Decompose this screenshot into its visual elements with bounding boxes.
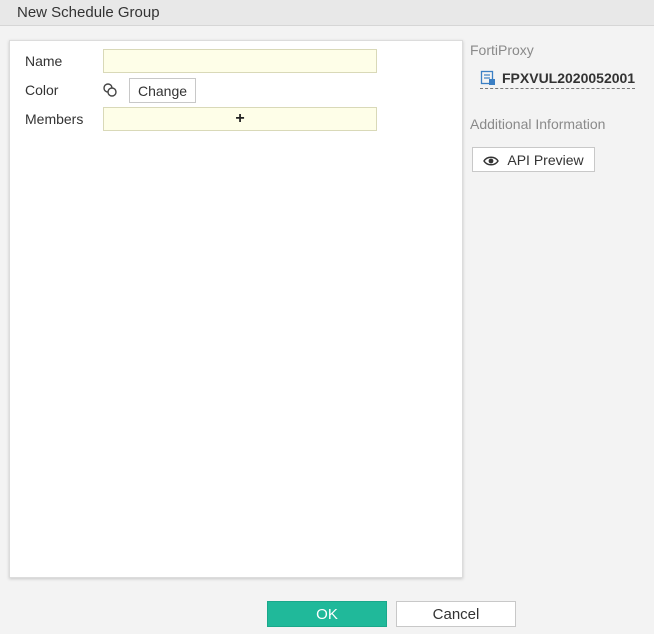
form-panel: Name Color Change Members +: [9, 40, 463, 578]
color-label: Color: [25, 82, 59, 98]
device-link[interactable]: FPXVUL2020052001: [480, 70, 636, 89]
change-color-button[interactable]: Change: [129, 78, 196, 103]
device-heading: FortiProxy: [470, 42, 534, 58]
dialog-titlebar: New Schedule Group: [0, 0, 654, 26]
ok-button[interactable]: OK: [267, 601, 387, 627]
add-member-icon[interactable]: +: [235, 111, 244, 127]
name-label: Name: [25, 53, 63, 69]
color-palette-icon: [102, 82, 118, 98]
device-name[interactable]: FPXVUL2020052001: [502, 70, 635, 86]
members-field[interactable]: +: [103, 107, 377, 131]
dialog-title: New Schedule Group: [17, 4, 160, 21]
additional-info-heading: Additional Information: [470, 116, 606, 132]
cancel-button[interactable]: Cancel: [396, 601, 516, 627]
members-label: Members: [25, 111, 84, 127]
api-preview-label: API Preview: [507, 151, 584, 168]
device-icon: [480, 70, 496, 86]
eye-icon: [483, 154, 500, 166]
name-input[interactable]: [103, 49, 377, 73]
api-preview-button[interactable]: API Preview: [472, 147, 595, 172]
